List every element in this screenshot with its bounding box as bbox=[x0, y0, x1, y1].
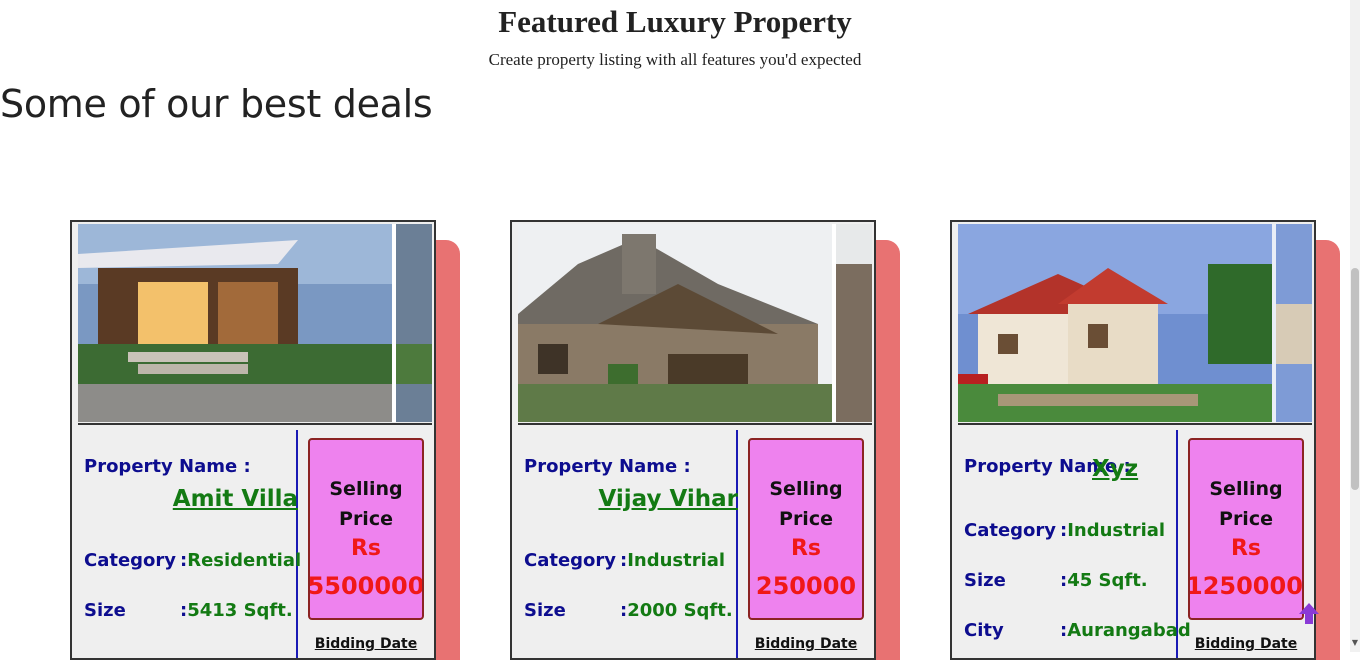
category-row: Category:Industrial bbox=[964, 520, 1166, 541]
city-row: City:Aurangabad bbox=[964, 620, 1191, 641]
category-value: Industrial bbox=[627, 550, 726, 571]
currency-label: Rs bbox=[790, 536, 822, 561]
property-photo[interactable] bbox=[958, 224, 1312, 422]
price-value: 5500000 bbox=[308, 572, 424, 600]
scrollbar-thumb[interactable] bbox=[1351, 268, 1359, 490]
divider bbox=[296, 430, 298, 658]
size-value: 2000 Sqft. bbox=[627, 600, 733, 621]
category-label: Category bbox=[964, 520, 1057, 541]
bidding-date-label: Bidding Date bbox=[754, 636, 858, 652]
price-value: 250000 bbox=[755, 572, 857, 600]
price-label: Price bbox=[779, 508, 833, 530]
scrollbar[interactable]: ▼ bbox=[1350, 0, 1360, 652]
property-name-link[interactable]: Amit Villa bbox=[173, 486, 298, 512]
divider bbox=[78, 423, 432, 425]
selling-label: Selling bbox=[769, 478, 843, 500]
size-row: Size:2000 Sqft. bbox=[524, 600, 733, 621]
price-label: Price bbox=[1219, 508, 1273, 530]
property-card[interactable]: Property Name : Vijay Vihar Category:Ind… bbox=[510, 220, 876, 660]
category-value: Residential bbox=[187, 550, 302, 571]
currency-label: Rs bbox=[350, 536, 382, 561]
selling-price-box: Selling Price Rs 250000 bbox=[748, 438, 864, 620]
property-name-link[interactable]: Vijay Vihar bbox=[599, 486, 739, 512]
size-row: Size:45 Sqft. bbox=[964, 570, 1148, 591]
property-name-label: Property Name : bbox=[524, 456, 691, 477]
page-title: Featured Luxury Property bbox=[498, 4, 852, 39]
property-photo[interactable] bbox=[78, 224, 432, 422]
property-card[interactable]: Property Name : Amit Villa Category:Resi… bbox=[70, 220, 436, 660]
selling-price-box: Selling Price Rs 5500000 bbox=[308, 438, 424, 620]
size-value: 45 Sqft. bbox=[1067, 570, 1148, 591]
property-card[interactable]: Property Name : Xyz Category:Industrial … bbox=[950, 220, 1316, 660]
size-label: Size bbox=[964, 570, 1006, 591]
property-name-link[interactable]: Xyz bbox=[1092, 456, 1138, 482]
property-photo[interactable] bbox=[518, 224, 872, 422]
divider bbox=[736, 430, 738, 658]
divider bbox=[518, 423, 872, 425]
scroll-down-icon[interactable]: ▼ bbox=[1351, 636, 1359, 650]
category-row: Category:Industrial bbox=[524, 550, 726, 571]
bidding-date-label: Bidding Date bbox=[314, 636, 418, 652]
size-label: Size bbox=[524, 600, 566, 621]
city-label: City bbox=[964, 620, 1004, 641]
category-label: Category bbox=[524, 550, 617, 571]
selling-price-box: Selling Price Rs 12500000 bbox=[1188, 438, 1304, 620]
divider bbox=[958, 423, 1312, 425]
page-subtitle: Create property listing with all feature… bbox=[488, 50, 862, 69]
currency-label: Rs bbox=[1230, 536, 1262, 561]
price-value: 12500000 bbox=[1188, 572, 1303, 600]
size-label: Size bbox=[84, 600, 126, 621]
deals-heading: Some of our best deals bbox=[0, 82, 433, 126]
size-row: Size:5413 Sqft. bbox=[84, 600, 293, 621]
city-value: Aurangabad bbox=[1067, 620, 1191, 641]
property-name-label: Property Name : bbox=[84, 456, 251, 477]
category-row: Category:Residential bbox=[84, 550, 302, 571]
price-label: Price bbox=[339, 508, 393, 530]
bidding-date-label: Bidding Date bbox=[1194, 636, 1298, 652]
category-label: Category bbox=[84, 550, 177, 571]
size-value: 5413 Sqft. bbox=[187, 600, 293, 621]
category-value: Industrial bbox=[1067, 520, 1166, 541]
selling-label: Selling bbox=[1209, 478, 1283, 500]
selling-label: Selling bbox=[329, 478, 403, 500]
arrow-up-icon[interactable] bbox=[1296, 600, 1322, 626]
